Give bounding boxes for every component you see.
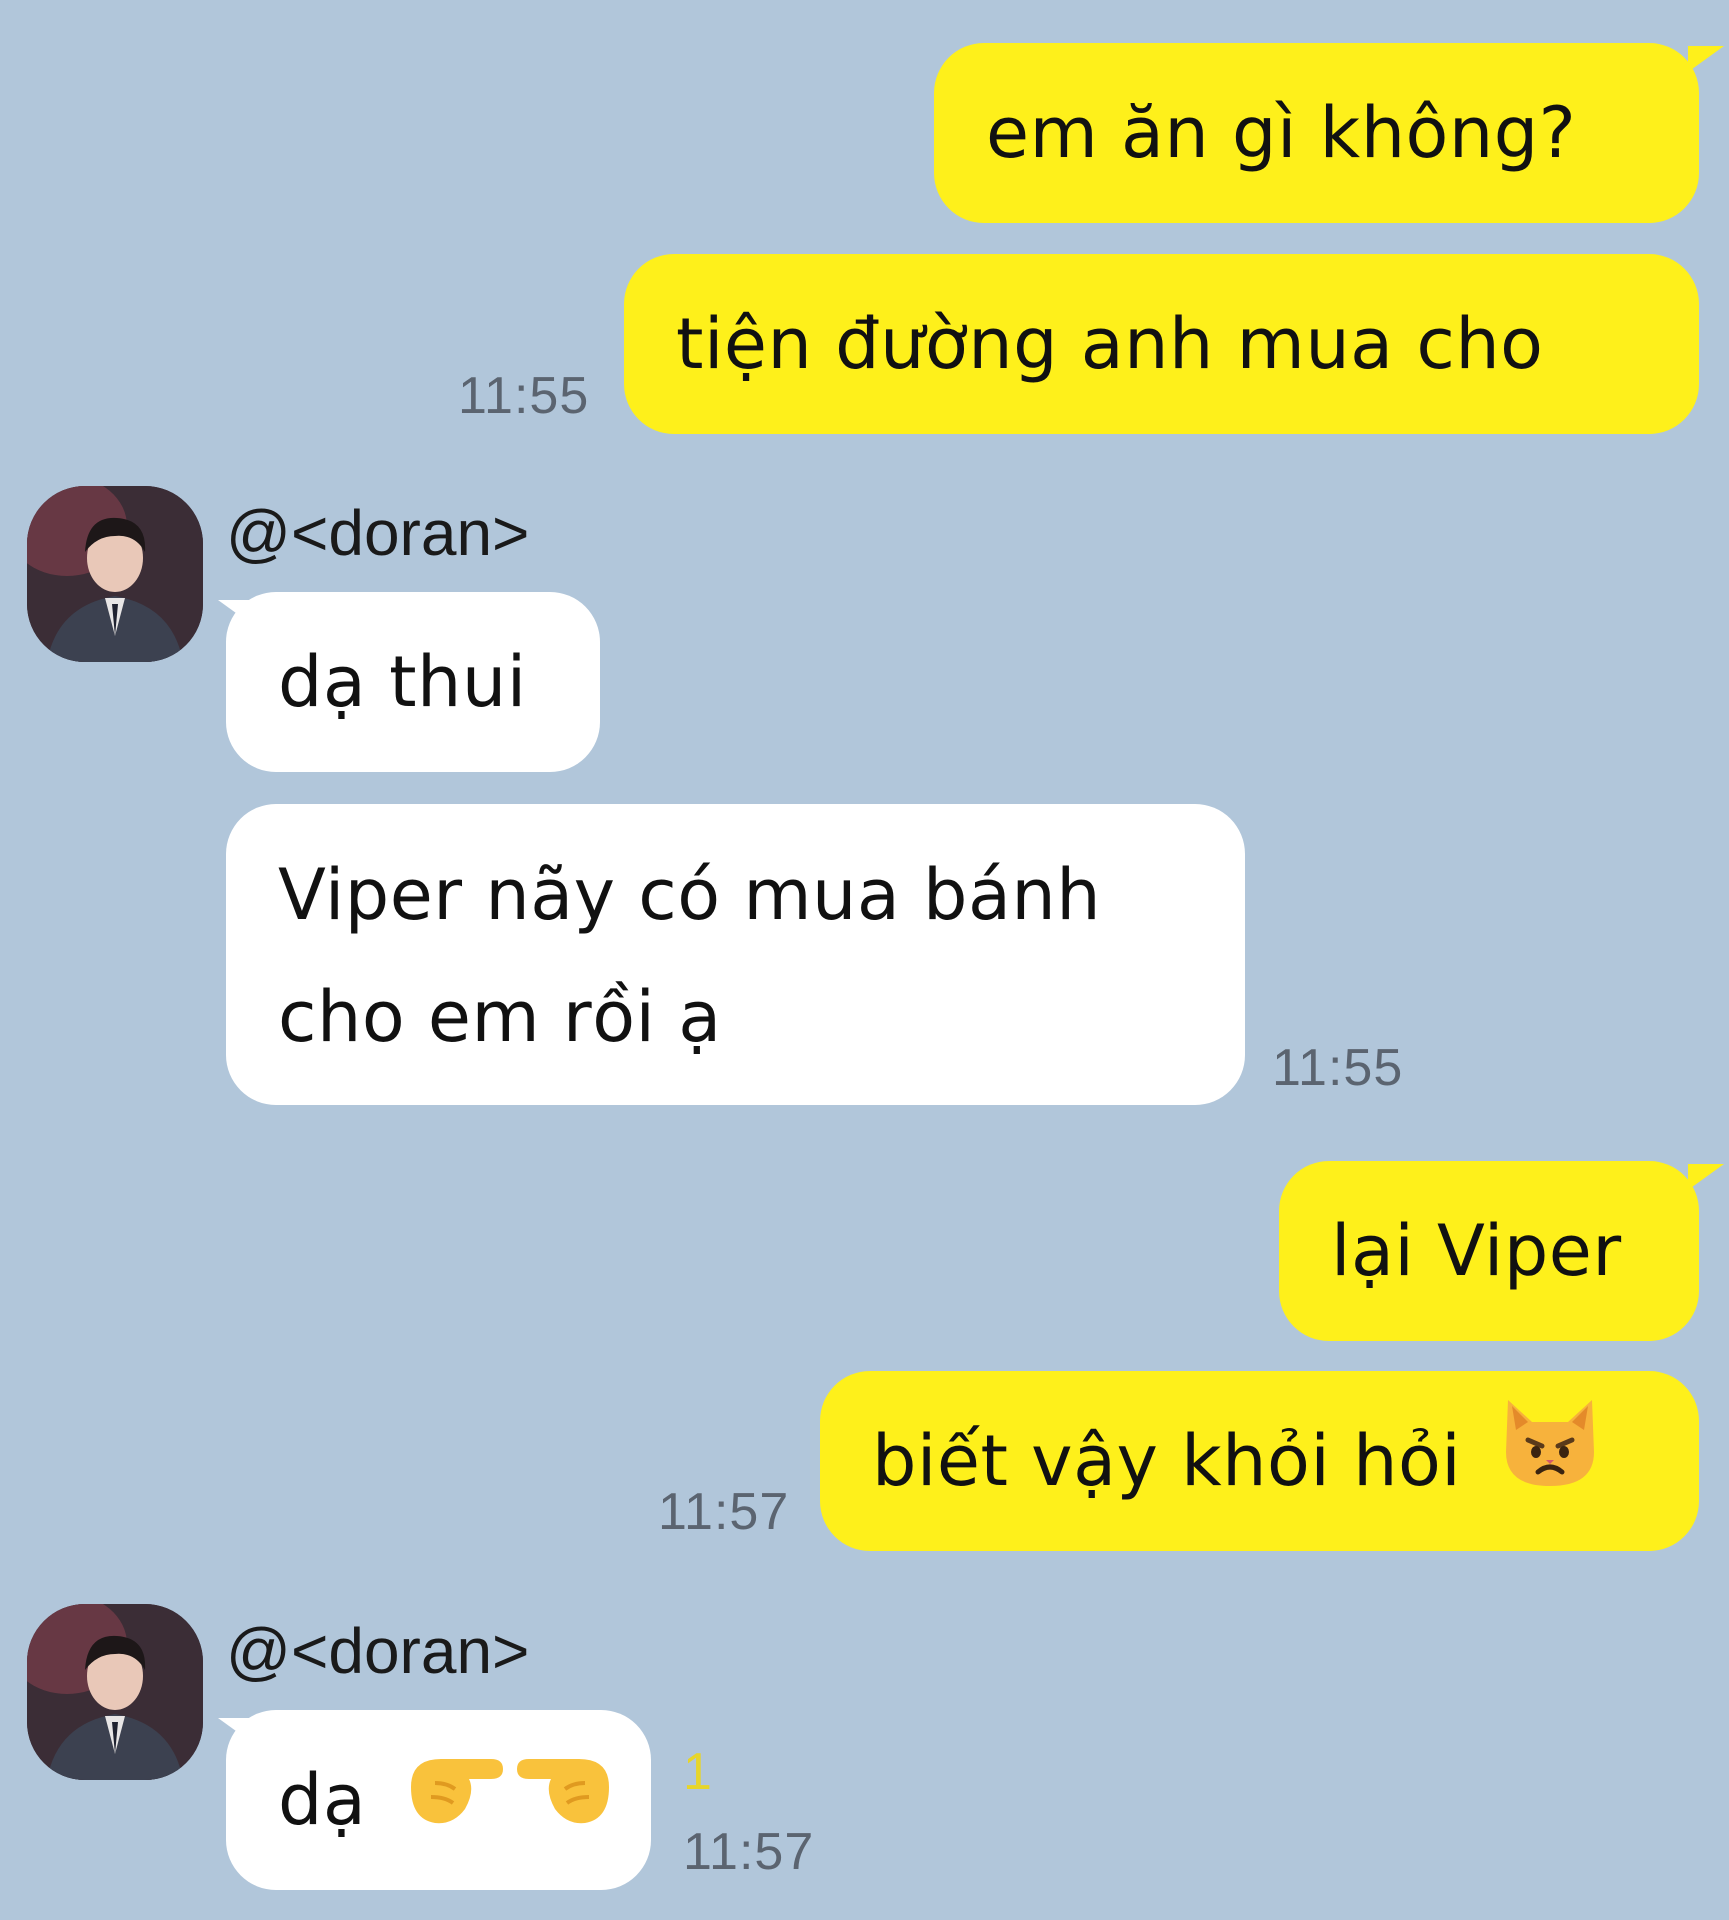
outgoing-message[interactable]: lại Viper: [1279, 1161, 1699, 1341]
timestamp: 11:55: [1272, 1039, 1404, 1097]
timestamp: 11:55: [458, 367, 590, 425]
sender-name: @<doran>: [226, 1615, 530, 1687]
message-text: em ăn gì không?: [986, 92, 1577, 174]
bubble-tail: [1688, 1164, 1724, 1190]
outgoing-message[interactable]: em ăn gì không?: [934, 43, 1699, 223]
outgoing-message[interactable]: biết vậy khỏi hỏi: [820, 1371, 1699, 1551]
timestamp: 11:57: [683, 1823, 815, 1881]
avatar[interactable]: [27, 1604, 203, 1780]
sender-name: @<doran>: [226, 497, 530, 569]
pouting-cat-icon: [1498, 1376, 1602, 1556]
bubble-tail: [1688, 46, 1724, 72]
chat-thread[interactable]: em ăn gì không? 11:55 tiện đường anh mua…: [0, 0, 1729, 1920]
message-text-line: Viper nãy có mua bánh: [278, 854, 1102, 936]
profile-photo-icon: [27, 486, 203, 662]
message-text: tiện đường anh mua cho: [676, 303, 1544, 385]
message-text: biết vậy khỏi hỏi: [872, 1420, 1462, 1502]
message-text: dạ: [278, 1759, 367, 1841]
timestamp: 11:57: [658, 1483, 790, 1541]
message-text: lại Viper: [1331, 1210, 1622, 1292]
incoming-message[interactable]: dạ: [226, 1710, 651, 1890]
profile-photo-icon: [27, 1604, 203, 1780]
message-text: dạ thui: [278, 641, 527, 723]
message-text-line: cho em rồi ạ: [278, 976, 722, 1058]
incoming-message[interactable]: dạ thui: [226, 592, 600, 772]
unread-count: 1: [683, 1743, 712, 1801]
incoming-message[interactable]: Viper nãy có mua bánh cho em rồi ạ: [226, 804, 1245, 1105]
outgoing-message[interactable]: tiện đường anh mua cho: [624, 254, 1699, 434]
avatar[interactable]: [27, 486, 203, 662]
pointing-hands-icon: [405, 1715, 615, 1895]
